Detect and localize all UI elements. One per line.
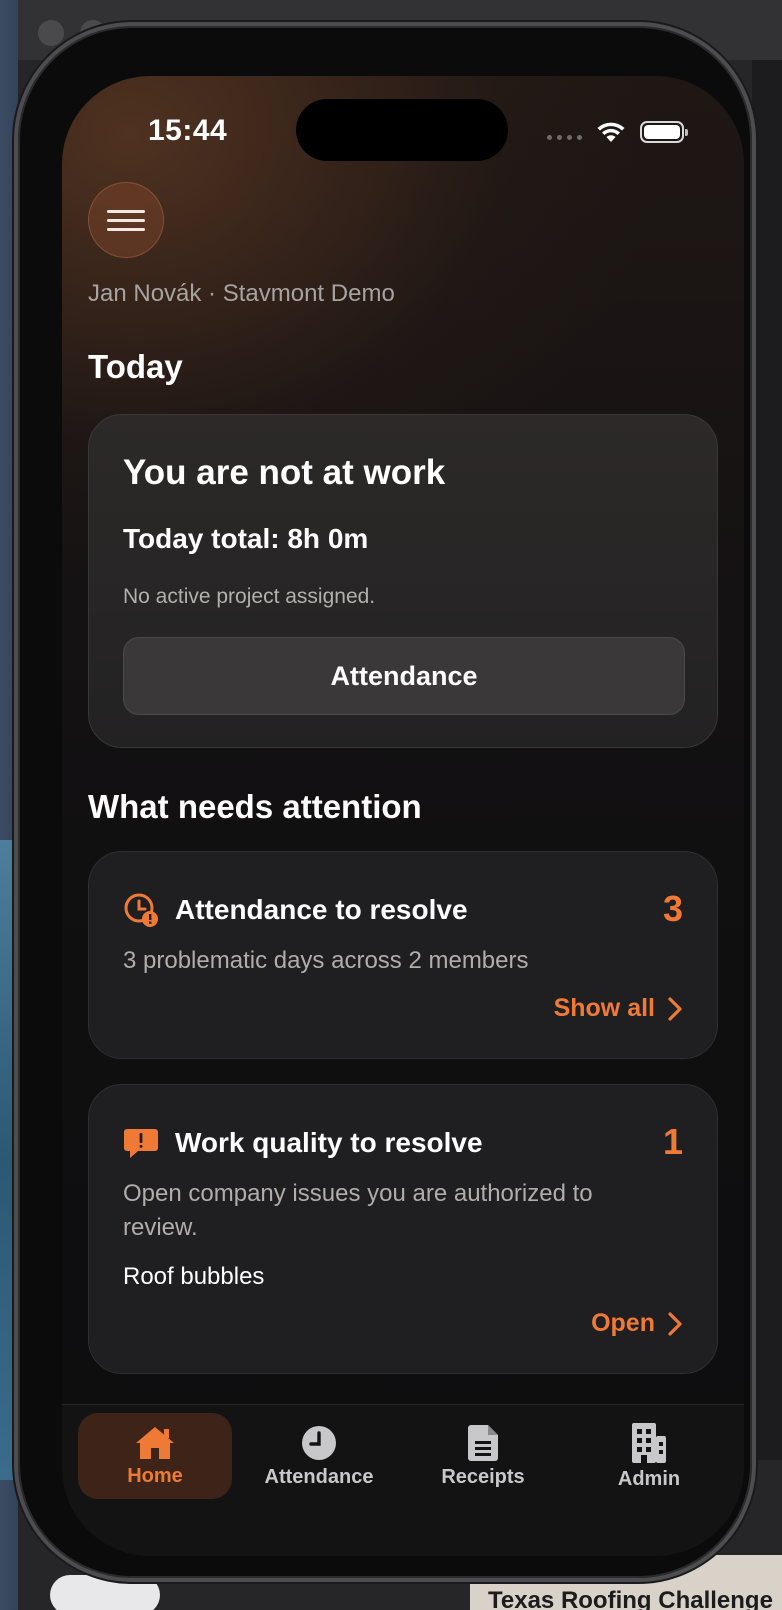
card-description: Open company issues you are authorized t… xyxy=(123,1180,593,1241)
tab-label: Admin xyxy=(617,1467,681,1490)
battery-icon xyxy=(640,121,688,143)
clock-alert-icon xyxy=(124,893,158,927)
background-editor-strip xyxy=(752,60,782,1460)
tab-bar: Home Attendance Receipts Admin xyxy=(62,1404,744,1556)
building-icon xyxy=(632,1422,666,1463)
status-time: 15:44 xyxy=(148,114,228,147)
project-note: No active project assigned. xyxy=(123,585,376,608)
tab-receipts[interactable]: Receipts xyxy=(406,1413,560,1499)
phone-frame: 15:44 Jan Novák · Stavmont Demo Today Yo… xyxy=(14,22,756,1582)
today-section-title: Today xyxy=(88,348,183,385)
card-description: 3 problematic days across 2 members xyxy=(123,947,529,974)
window-close-dot xyxy=(38,20,64,46)
attention-section-title: What needs attention xyxy=(88,788,422,825)
status-indicators xyxy=(547,120,688,144)
card-header: Work quality to resolve xyxy=(123,1125,483,1161)
home-icon xyxy=(136,1426,174,1459)
wifi-icon xyxy=(597,122,625,142)
document-icon xyxy=(468,1424,498,1461)
tab-label: Receipts xyxy=(441,1465,525,1488)
issue-count: 1 xyxy=(662,1121,683,1162)
menu-line xyxy=(107,218,145,222)
attendance-button[interactable]: Attendance xyxy=(123,637,685,715)
background-thumbnail-caption: Texas Roofing Challenge xyxy=(488,1587,773,1610)
card-header: Attendance to resolve xyxy=(123,892,468,928)
dynamic-island xyxy=(296,99,508,161)
chevron-right-icon xyxy=(668,1311,682,1336)
card-title: Attendance to resolve xyxy=(175,894,468,925)
open-label: Open xyxy=(591,1309,655,1337)
menu-button[interactable] xyxy=(88,182,164,258)
menu-line xyxy=(107,209,145,213)
tab-label: Home xyxy=(127,1464,183,1487)
show-all-link[interactable]: Show all xyxy=(554,994,683,1023)
quality-resolve-card[interactable]: Work quality to resolve 1 Open company i… xyxy=(88,1084,718,1374)
show-all-label: Show all xyxy=(553,994,655,1022)
cellular-signal-icon xyxy=(547,134,582,140)
tab-attendance[interactable]: Attendance xyxy=(242,1413,396,1499)
message-alert-icon xyxy=(124,1129,158,1158)
today-total: Today total: 8h 0m xyxy=(123,523,369,554)
menu-line xyxy=(107,227,145,231)
clock-icon xyxy=(302,1425,336,1460)
work-status: You are not at work xyxy=(123,453,446,492)
tab-home[interactable]: Home xyxy=(78,1413,232,1499)
user-company-line: Jan Novák · Stavmont Demo xyxy=(88,280,395,307)
phone-screen: 15:44 Jan Novák · Stavmont Demo Today Yo… xyxy=(62,76,744,1556)
tab-admin[interactable]: Admin xyxy=(572,1413,726,1499)
today-card: You are not at work Today total: 8h 0m N… xyxy=(88,414,718,748)
open-link[interactable]: Open xyxy=(591,1309,683,1338)
issue-item: Roof bubbles xyxy=(123,1263,265,1290)
issue-count: 3 xyxy=(662,888,683,929)
card-title: Work quality to resolve xyxy=(175,1127,483,1158)
tab-label: Attendance xyxy=(264,1465,374,1488)
attendance-resolve-card[interactable]: Attendance to resolve 3 3 problematic da… xyxy=(88,851,718,1059)
chevron-right-icon xyxy=(668,996,682,1021)
